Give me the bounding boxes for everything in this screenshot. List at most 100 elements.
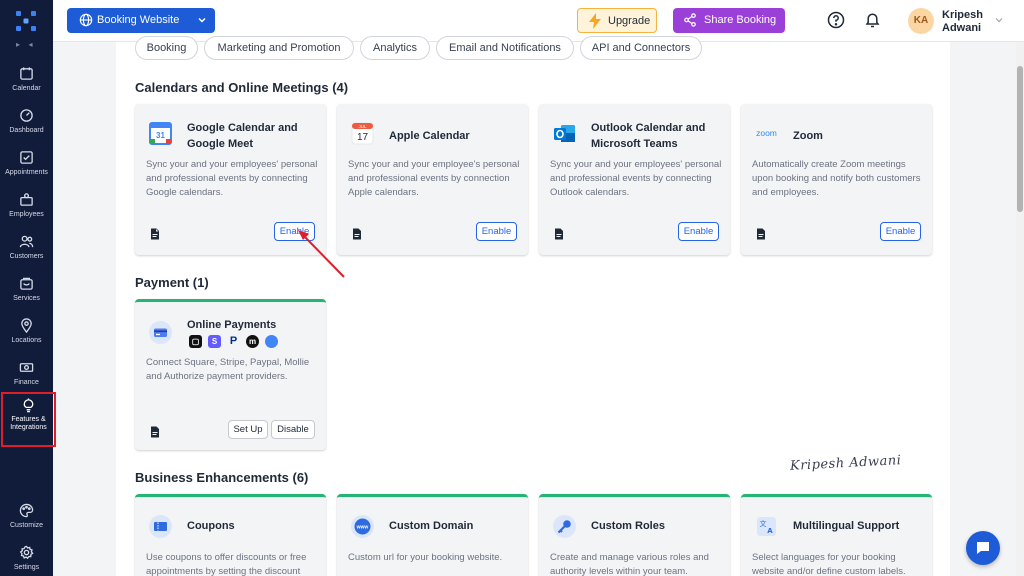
sidebar-item-label: Services	[13, 295, 40, 302]
sidebar-item-appointments[interactable]: Appointments	[0, 150, 53, 190]
document-icon[interactable]	[755, 228, 767, 240]
chip-api-connectors[interactable]: API and Connectors	[580, 36, 702, 60]
card-title: Zoom	[793, 130, 823, 142]
document-icon[interactable]	[149, 228, 161, 240]
setup-button[interactable]: Set Up	[228, 420, 268, 439]
integration-card-coupons: Coupons Use coupons to offer discounts o…	[135, 494, 326, 576]
sidebar-item-label: Calendar	[12, 85, 41, 92]
sidebar-item-settings[interactable]: Settings	[0, 545, 53, 576]
www-icon: www	[351, 515, 374, 538]
sidebar-item-calendar[interactable]: Calendar	[0, 66, 53, 106]
share-icon	[684, 13, 696, 27]
google-calendar-icon: 31	[149, 122, 172, 145]
card-description: Custom url for your booking website.	[348, 552, 503, 563]
svg-text:A: A	[767, 527, 773, 535]
sidebar-item-label: Employees	[9, 211, 44, 218]
globe-icon	[79, 13, 93, 27]
credit-card-icon	[149, 321, 172, 344]
integration-card-outlook: Outlook Calendar and Microsoft Teams Syn…	[539, 104, 730, 255]
chevron-down-icon	[198, 17, 206, 23]
card-title: Custom Domain	[389, 520, 474, 532]
card-title: Online Payments	[187, 319, 277, 331]
enable-button[interactable]: Enable	[678, 222, 719, 241]
dashboard-icon	[20, 109, 33, 122]
chip-email-notifications[interactable]: Email and Notifications	[436, 36, 574, 60]
chip-booking[interactable]: Booking	[135, 36, 198, 60]
card-description: Use coupons to offer discounts or free a…	[146, 552, 307, 576]
card-title: Coupons	[187, 520, 235, 532]
upgrade-button[interactable]: Upgrade	[577, 8, 657, 33]
app-logo-icon[interactable]	[15, 10, 37, 32]
google-calendar-icon-text: 31	[156, 131, 165, 140]
sidebar-item-dashboard[interactable]: Dashboard	[0, 108, 53, 148]
coupon-icon	[149, 515, 172, 538]
sidebar-item-label: Appointments	[5, 169, 48, 176]
card-description: Automatically create Zoom meetings upon …	[752, 159, 921, 198]
card-title: Outlook Calendar and Microsoft Teams	[591, 122, 706, 150]
share-booking-label: Share Booking	[704, 14, 777, 26]
user-first-name: Kripesh	[942, 9, 983, 21]
zoom-icon: zoom	[756, 128, 777, 138]
scrollbar[interactable]	[1016, 42, 1024, 576]
sidebar-item-label: Customize	[9, 522, 44, 529]
sidebar-item-locations[interactable]: Locations	[0, 318, 53, 358]
apple-calendar-icon: JUL 17	[351, 122, 374, 145]
sidebar-item-customize[interactable]: Customize	[0, 503, 53, 543]
bell-icon[interactable]	[864, 11, 881, 29]
help-icon[interactable]	[827, 11, 845, 29]
card-title: Apple Calendar	[389, 130, 470, 142]
card-description: Select languages for your booking websit…	[752, 552, 906, 576]
website-select-dropdown[interactable]: Booking Website	[67, 8, 215, 33]
share-booking-button[interactable]: Share Booking	[673, 8, 785, 33]
customers-icon	[19, 235, 34, 248]
www-icon-text: www	[356, 525, 369, 531]
enable-button[interactable]: Enable	[476, 222, 517, 241]
sidebar-item-employees[interactable]: Employees	[0, 192, 53, 232]
avatar[interactable]: KA	[908, 8, 934, 34]
scrollbar-thumb[interactable]	[1017, 66, 1023, 212]
paypal-icon: P	[229, 335, 238, 347]
sidebar-item-label: Finance	[14, 379, 39, 386]
sidebar-item-label: Customers	[9, 253, 44, 260]
appointments-icon	[20, 151, 33, 164]
user-name[interactable]: Kripesh Adwani	[942, 9, 992, 35]
zoom-icon-text: zoom	[756, 128, 777, 138]
location-pin-icon	[21, 318, 32, 333]
finance-icon	[19, 363, 34, 372]
services-icon	[20, 277, 33, 290]
card-title: Multilingual Support	[793, 520, 900, 532]
apple-calendar-icon-text: 17	[357, 132, 369, 143]
card-description: Connect Square, Stripe, Paypal, Mollie a…	[146, 357, 310, 382]
sidebar-item-label: Dashboard	[9, 127, 44, 134]
apple-calendar-icon-month: JUL	[358, 124, 366, 129]
document-icon[interactable]	[149, 426, 161, 438]
translate-icon: 文 A	[757, 517, 776, 536]
chat-button[interactable]	[966, 531, 1000, 565]
card-description: Sync your and your employees' personal a…	[550, 159, 722, 198]
chat-icon	[977, 542, 989, 554]
employees-icon	[20, 193, 33, 206]
enable-button[interactable]: Enable	[880, 222, 921, 241]
document-icon[interactable]	[351, 228, 363, 240]
sidebar-item-customers[interactable]: Customers	[0, 234, 53, 274]
authorize-icon	[265, 335, 278, 348]
chevron-down-icon[interactable]	[995, 17, 1003, 23]
disable-button[interactable]: Disable	[271, 420, 315, 439]
svg-text:文: 文	[760, 519, 767, 528]
key-icon	[553, 515, 576, 538]
sidebar-item-services[interactable]: Services	[0, 276, 53, 316]
mollie-icon: m	[246, 335, 259, 348]
chip-marketing[interactable]: Marketing and Promotion	[204, 36, 354, 60]
sidebar-collapse-toggle[interactable]: ▸ ◂	[16, 40, 38, 50]
lightning-icon	[589, 13, 601, 29]
square-icon: ▢	[189, 335, 202, 348]
section-title-payment: Payment (1)	[135, 275, 209, 290]
document-icon[interactable]	[553, 228, 565, 240]
card-title: Google Calendar and Google Meet	[187, 122, 298, 150]
card-description: Sync your and your employees' personal a…	[146, 159, 318, 198]
chip-analytics[interactable]: Analytics	[360, 36, 430, 60]
card-title: Custom Roles	[591, 520, 665, 532]
lightbulb-icon	[23, 398, 34, 413]
sidebar-item-features-integrations[interactable]: Features & Integrations	[1, 392, 56, 447]
payment-provider-icons: ▢ S P m	[189, 335, 299, 349]
